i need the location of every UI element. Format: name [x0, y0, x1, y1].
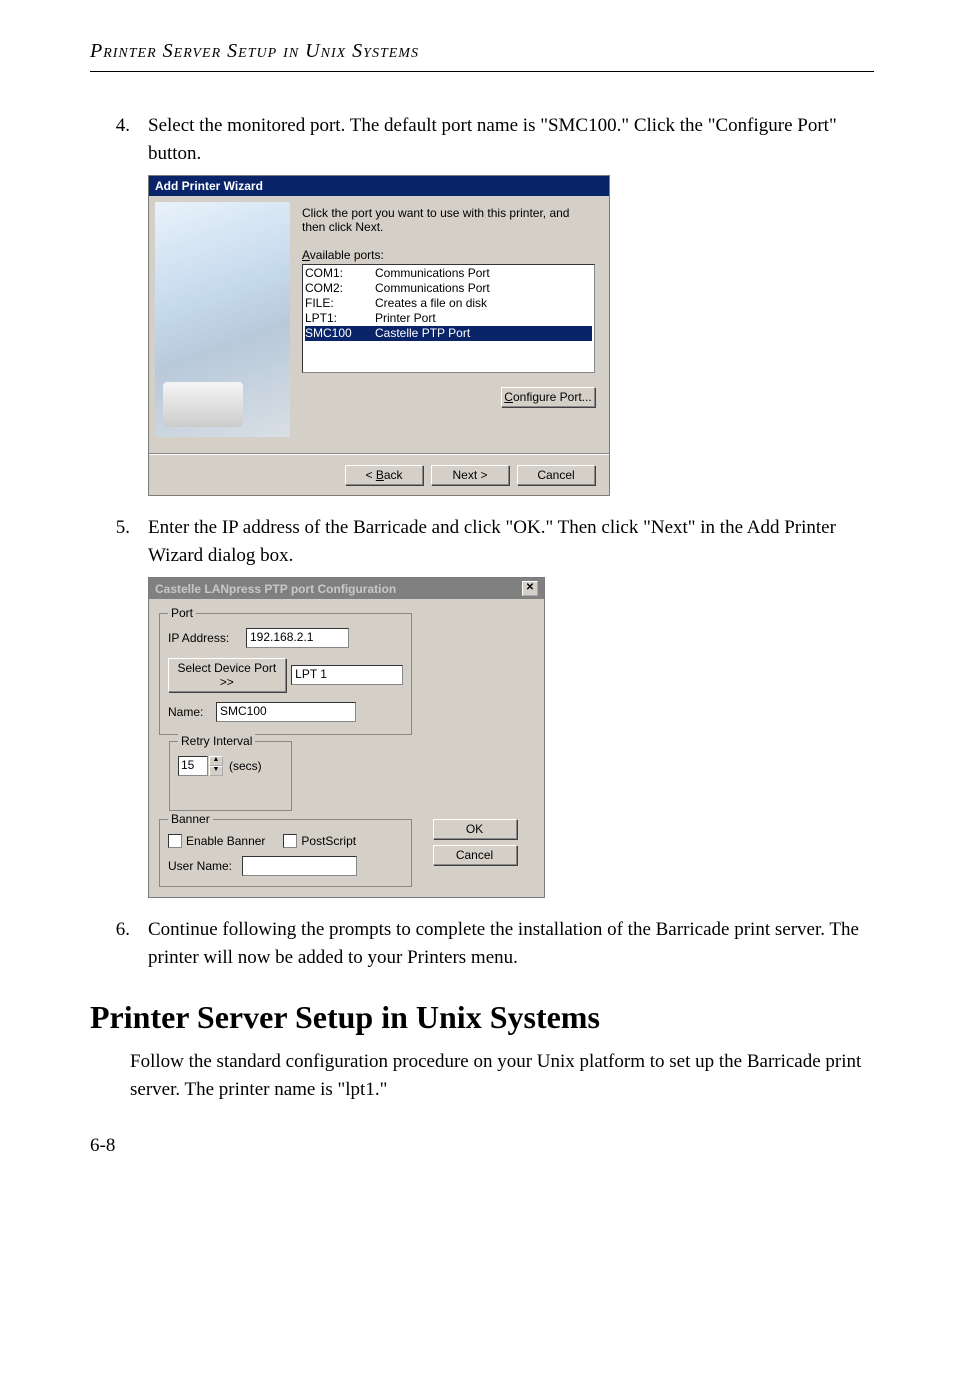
step-5: 5. Enter the IP address of the Barricade… — [90, 514, 874, 569]
retry-units-label: (secs) — [229, 759, 262, 773]
page-number: 6-8 — [90, 1135, 874, 1157]
config-cancel-button[interactable]: Cancel — [433, 845, 517, 865]
step-6-text: Continue following the prompts to comple… — [148, 916, 874, 971]
port-row-com2[interactable]: COM2:Communications Port — [305, 281, 592, 296]
name-label: Name: — [168, 705, 216, 719]
available-ports-label: Available ports: — [302, 248, 595, 262]
dialog1-instruction: Click the port you want to use with this… — [302, 206, 595, 234]
step-6-number: 6. — [90, 916, 148, 971]
section-heading: Printer Server Setup in Unix Systems — [90, 999, 874, 1036]
enable-banner-checkbox[interactable]: Enable Banner — [168, 834, 265, 848]
port-row-lpt1[interactable]: LPT1:Printer Port — [305, 311, 592, 326]
banner-group-title: Banner — [168, 812, 213, 826]
retry-interval-stepper[interactable]: 15 ▲▼ — [178, 756, 223, 776]
dialog2-title: Castelle LANpress PTP port Configuration — [155, 582, 396, 596]
postscript-checkbox[interactable]: PostScript — [283, 834, 356, 848]
name-input[interactable]: SMC100 — [216, 702, 356, 722]
ip-address-label: IP Address: — [168, 631, 246, 645]
next-button[interactable]: Next > — [431, 465, 509, 485]
user-name-input[interactable] — [242, 856, 357, 876]
ok-button[interactable]: OK — [433, 819, 517, 839]
dialog1-title: Add Printer Wizard — [149, 176, 609, 196]
user-name-label: User Name: — [168, 859, 242, 873]
select-device-port-button[interactable]: Select Device Port >> — [168, 658, 286, 692]
back-button[interactable]: < Back — [345, 465, 423, 485]
spin-down-icon[interactable]: ▼ — [209, 766, 223, 776]
retry-interval-groupbox: Retry Interval 15 ▲▼ (secs) — [169, 741, 292, 811]
step-4: 4. Select the monitored port. The defaul… — [90, 112, 874, 167]
step-5-number: 5. — [90, 514, 148, 569]
banner-groupbox: Banner Enable Banner PostScript User Nam… — [159, 819, 412, 887]
configure-port-button[interactable]: Configure Port... — [501, 387, 595, 407]
step-6: 6. Continue following the prompts to com… — [90, 916, 874, 971]
dialog1-separator — [149, 453, 609, 455]
section-paragraph: Follow the standard configuration proced… — [130, 1048, 874, 1103]
device-port-input[interactable]: LPT 1 — [291, 665, 403, 685]
available-ports-listbox[interactable]: COM1:Communications Port COM2:Communicat… — [302, 264, 595, 373]
retry-interval-value[interactable]: 15 — [178, 756, 208, 776]
step-4-text: Select the monitored port. The default p… — [148, 112, 874, 167]
dialog2-titlebar: Castelle LANpress PTP port Configuration… — [149, 578, 544, 599]
add-printer-wizard-dialog: Add Printer Wizard Click the port you wa… — [148, 175, 610, 496]
port-group-title: Port — [168, 606, 196, 620]
port-row-file[interactable]: FILE:Creates a file on disk — [305, 296, 592, 311]
spin-up-icon[interactable]: ▲ — [209, 756, 223, 766]
wizard-side-image — [155, 202, 290, 437]
close-icon[interactable]: ✕ — [522, 581, 538, 596]
header-rule — [90, 71, 874, 72]
port-groupbox: Port IP Address: 192.168.2.1 Select Devi… — [159, 613, 412, 735]
cancel-button[interactable]: Cancel — [517, 465, 595, 485]
port-row-smc100[interactable]: SMC100Castelle PTP Port — [305, 326, 592, 341]
ip-address-input[interactable]: 192.168.2.1 — [246, 628, 349, 648]
page-running-header: Printer Server Setup in Unix Systems — [90, 40, 874, 63]
step-4-number: 4. — [90, 112, 148, 167]
castelle-config-dialog: Castelle LANpress PTP port Configuration… — [148, 577, 545, 898]
step-5-text: Enter the IP address of the Barricade an… — [148, 514, 874, 569]
port-row-com1[interactable]: COM1:Communications Port — [305, 266, 592, 281]
retry-group-title: Retry Interval — [178, 734, 255, 748]
